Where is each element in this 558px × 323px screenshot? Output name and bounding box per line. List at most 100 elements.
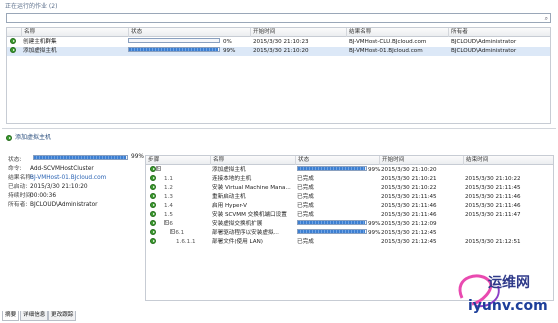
col-name[interactable]: 名称 — [21, 28, 128, 37]
step-start: 2015/3/30 21:11:46 — [381, 212, 437, 218]
steps-table-header: 步骤 名称 状态 开始时间 结束时间 — [146, 156, 553, 165]
step-status-icon — [150, 238, 156, 244]
col-step-end[interactable]: 结束时间 — [463, 156, 555, 165]
step-progress-text: 99% — [368, 230, 381, 236]
detail-command: 命令: Add-SCVMHostCluster — [8, 163, 94, 172]
job-start: 2015/3/30 21:10:20 — [253, 48, 309, 54]
detail-progress-bar — [33, 155, 128, 160]
step-row[interactable]: −1 添加虚拟主机 99% 2015/3/30 21:10:20 — [146, 166, 553, 175]
step-row[interactable]: −1.6.1 部署驱动程序以安装虚拟... 99% 2015/3/30 21:12:4… — [146, 229, 553, 238]
step-status-icon — [150, 184, 156, 190]
step-progress-bar — [297, 229, 367, 234]
step-start: 2015/3/30 21:12:45 — [381, 239, 437, 245]
col-step-status[interactable]: 状态 — [295, 156, 379, 165]
result-label: 结果名称: — [8, 175, 34, 181]
step-name: 部署驱动程序以安装虚拟... — [212, 230, 279, 236]
step-row[interactable]: 1.2 安装 Virtual Machine Mana... 已完成 2015/3/3… — [146, 184, 553, 193]
play-circle-icon — [6, 134, 12, 141]
owner-label: 所有者: — [8, 202, 28, 208]
collapse-icon[interactable]: − — [164, 220, 169, 225]
step-name: 重新启动主机 — [212, 194, 246, 200]
job-owner: BJCLOUD\Administrator — [451, 39, 517, 45]
step-row[interactable]: −1.6 安装虚拟交换机扩展 99% 2015/3/30 21:12:09 — [146, 220, 553, 229]
command-label: 命令: — [8, 166, 22, 172]
step-number: 1.3 — [164, 193, 173, 202]
job-progress-bar — [128, 47, 220, 52]
collapse-icon[interactable]: − — [156, 166, 161, 171]
step-end: 2015/3/30 21:11:46 — [465, 203, 521, 209]
job-name: 添加虚拟主机 — [23, 48, 57, 54]
step-status-icon — [150, 220, 156, 226]
step-row[interactable]: 1.1 连接本地的主机 已完成 2015/3/30 21:10:21 2015/3/30… — [146, 175, 553, 184]
owner-value: BJCLOUD\Administrator — [30, 202, 98, 208]
step-row[interactable]: 1.5 安装 SCVMM 交换机端口设置 已完成 2015/3/30 21:11:46… — [146, 211, 553, 220]
tab-change-tracking[interactable]: 更改跟踪 — [48, 311, 77, 321]
step-start: 2015/3/30 21:10:21 — [381, 176, 437, 182]
col-step[interactable]: 步骤 — [146, 156, 210, 165]
step-status: 已完成 — [297, 185, 314, 191]
step-number-text: 1.5 — [164, 212, 173, 218]
detail-duration: 持续时间:00:00:36 — [8, 190, 56, 199]
tab-details[interactable]: 详细信息 — [20, 311, 49, 321]
progress-fill — [298, 167, 366, 170]
step-status-icon — [150, 211, 156, 217]
job-name: 创建主机群集 — [23, 39, 57, 45]
step-start: 2015/3/30 21:11:46 — [381, 203, 437, 209]
jobs-table: 名称 状态 开始时间 结果名称 所有者 创建主机群集 0% 2015/3/30 … — [6, 27, 551, 124]
step-row[interactable]: 1.4 启用 Hyper-V 已完成 2015/3/30 21:11:46 2015/3… — [146, 202, 553, 211]
play-circle-icon — [10, 38, 16, 44]
step-status-icon — [150, 229, 156, 235]
step-end: 2015/3/30 21:11:46 — [465, 194, 521, 200]
job-progress-bar — [128, 38, 220, 43]
started-label: 已启动: — [8, 184, 28, 190]
detail-started: 已启动: 2015/3/30 21:10:20 — [8, 181, 88, 190]
step-row[interactable]: 1.6.1.1 部署文件(使用 LAN) 已完成 2015/3/30 21:12:45… — [146, 238, 553, 247]
detail-progress-text: 99% — [131, 154, 144, 160]
step-number-text: 1.2 — [164, 185, 173, 191]
col-step-name[interactable]: 名称 — [210, 156, 295, 165]
step-end: 2015/3/30 21:11:47 — [465, 212, 521, 218]
progress-fill — [34, 156, 127, 159]
step-status-icon — [150, 202, 156, 208]
table-row[interactable]: 创建主机群集 0% 2015/3/30 21:10:23 BJ-VMHost-C… — [7, 38, 550, 47]
col-step-start[interactable]: 开始时间 — [379, 156, 463, 165]
step-start: 2015/3/30 21:10:20 — [381, 167, 437, 173]
progress-fill — [298, 230, 366, 233]
col-start[interactable]: 开始时间 — [250, 28, 346, 37]
splitter[interactable] — [2, 128, 556, 129]
step-name: 安装 Virtual Machine Mana... — [212, 185, 291, 191]
col-owner[interactable]: 所有者 — [448, 28, 552, 37]
step-progress-bar — [297, 220, 367, 225]
progress-fill — [298, 221, 366, 224]
step-status-icon — [150, 193, 156, 199]
step-name: 安装 SCVMM 交换机端口设置 — [212, 212, 287, 218]
step-number: 1.5 — [164, 211, 173, 220]
collapse-icon[interactable]: − — [170, 229, 175, 234]
step-number-text: 1.1 — [164, 176, 173, 182]
step-number-text: 1.6.1.1 — [176, 239, 196, 245]
job-progress-text: 99% — [223, 48, 236, 54]
detail-result: 结果名称:BJ-VMHost-01.BJcloud.com — [8, 172, 106, 181]
step-status: 已完成 — [297, 212, 314, 218]
step-number: −1.6.1 — [170, 229, 184, 238]
step-status: 已完成 — [297, 176, 314, 182]
watermark-logo: 运维网 iyunv.com — [442, 268, 556, 322]
search-input[interactable]: ⌕ — [6, 13, 551, 23]
tab-summary[interactable]: 摘要 — [2, 311, 20, 321]
step-name: 部署文件(使用 LAN) — [212, 239, 263, 245]
table-row[interactable]: 添加虚拟主机 99% 2015/3/30 21:10:20 BJ-VMHost-… — [7, 47, 550, 56]
step-end: 2015/3/30 21:12:51 — [465, 239, 521, 245]
job-start: 2015/3/30 21:10:23 — [253, 39, 309, 45]
job-owner: BJCLOUD\Administrator — [451, 48, 517, 54]
step-status: 已完成 — [297, 239, 314, 245]
step-row[interactable]: 1.3 重新启动主机 已完成 2015/3/30 21:11:45 2015/3/30 … — [146, 193, 553, 202]
sort-indicator[interactable] — [7, 28, 21, 37]
job-result: BJ-VMHost-CLU.BJcloud.com — [349, 39, 427, 45]
col-status[interactable]: 状态 — [128, 28, 250, 37]
search-icon[interactable]: ⌕ — [545, 15, 548, 23]
step-status: 已完成 — [297, 194, 314, 200]
watermark-line1: 运维网 — [488, 275, 530, 291]
step-end: 2015/3/30 21:11:45 — [465, 185, 521, 191]
col-result[interactable]: 结果名称 — [346, 28, 448, 37]
step-name: 连接本地的主机 — [212, 176, 252, 182]
